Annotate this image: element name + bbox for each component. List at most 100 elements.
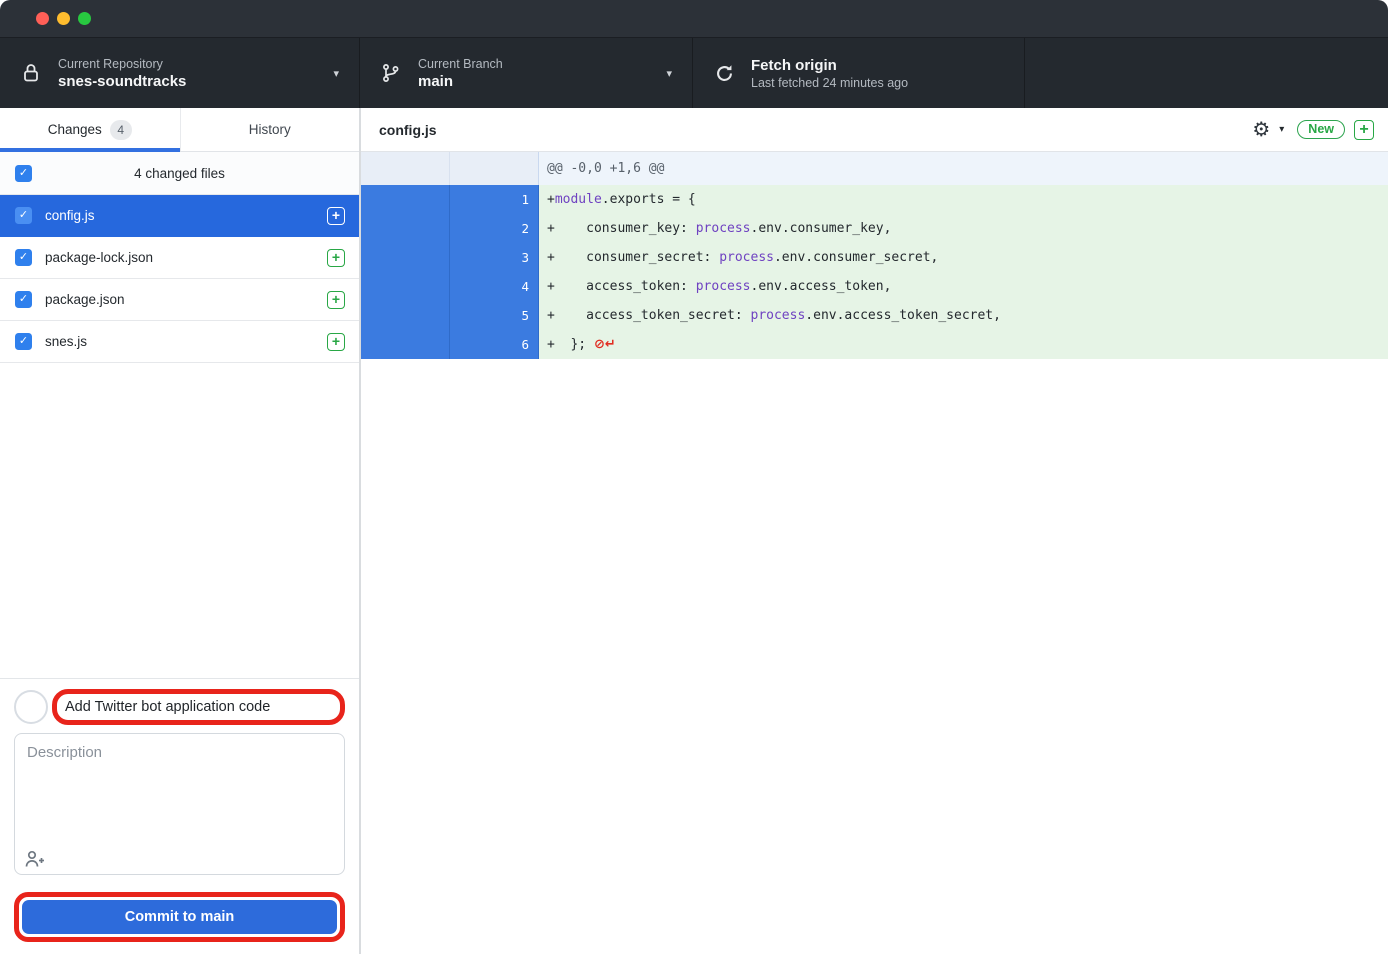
tab-changes[interactable]: Changes 4 xyxy=(0,108,180,151)
line-code: + access_token_secret: process.env.acces… xyxy=(539,301,1388,330)
file-status-added-icon: + xyxy=(327,333,345,351)
summary-highlight-annotation xyxy=(52,689,345,725)
line-code: + }; ⊘↵ xyxy=(539,330,1388,359)
line-number[interactable]: 3 xyxy=(450,243,539,272)
chevron-down-icon: ▾ xyxy=(333,67,339,80)
diff-actions: ⚙ ▾ New + xyxy=(1252,120,1374,140)
line-gutter-old[interactable] xyxy=(361,243,450,272)
hunk-gutter-new xyxy=(450,152,539,185)
file-name: config.js xyxy=(45,208,327,223)
toolbar: Current Repository snes-soundtracks ▾ Cu… xyxy=(0,38,1388,108)
diff-header: config.js ⚙ ▾ New + xyxy=(361,108,1388,152)
fetch-origin-button[interactable]: Fetch origin Last fetched 24 minutes ago xyxy=(693,38,1025,108)
tab-history-label: History xyxy=(249,122,291,137)
changed-files-count: 4 changed files xyxy=(0,166,359,181)
hunk-header-row: @@ -0,0 +1,6 @@ xyxy=(361,152,1388,185)
file-row[interactable]: ✓ package.json+ xyxy=(0,279,359,321)
line-number[interactable]: 2 xyxy=(450,214,539,243)
changes-count-badge: 4 xyxy=(110,120,132,140)
line-code: +module.exports = { xyxy=(539,185,1388,214)
titlebar xyxy=(0,0,1388,38)
line-gutter-old[interactable] xyxy=(361,185,450,214)
commit-summary-row xyxy=(14,689,345,725)
diff-file-name: config.js xyxy=(379,122,1252,138)
app-window: Current Repository snes-soundtracks ▾ Cu… xyxy=(0,0,1388,954)
zoom-button[interactable] xyxy=(78,12,91,25)
hunk-gutter-old xyxy=(361,152,450,185)
repository-name: snes-soundtracks xyxy=(58,73,325,90)
line-gutter-old[interactable] xyxy=(361,330,450,359)
gear-icon[interactable]: ⚙ xyxy=(1252,120,1270,140)
toolbar-spacer xyxy=(1025,38,1388,108)
traffic-lights xyxy=(36,12,91,25)
minimize-button[interactable] xyxy=(57,12,70,25)
line-number[interactable]: 4 xyxy=(450,272,539,301)
select-all-checkbox[interactable]: ✓ xyxy=(15,165,32,182)
diff-line[interactable]: 1+module.exports = { xyxy=(361,185,1388,214)
branch-label: Current Branch xyxy=(418,57,658,71)
line-code: + consumer_key: process.env.consumer_key… xyxy=(539,214,1388,243)
chevron-down-icon[interactable]: ▾ xyxy=(1279,124,1284,135)
commit-description-input[interactable] xyxy=(14,733,345,875)
git-branch-icon xyxy=(380,62,402,84)
line-number[interactable]: 5 xyxy=(450,301,539,330)
sidebar: Changes 4 History ✓ 4 changed files ✓ con… xyxy=(0,108,361,954)
select-all-row[interactable]: ✓ 4 changed files xyxy=(0,152,359,195)
file-status-new-badge: New xyxy=(1297,120,1345,139)
file-row[interactable]: ✓ snes.js+ xyxy=(0,321,359,363)
chevron-down-icon: ▾ xyxy=(666,67,672,80)
line-gutter-old[interactable] xyxy=(361,301,450,330)
sidebar-tabs: Changes 4 History xyxy=(0,108,359,152)
file-list: ✓config.js+✓package-lock.json+✓package.j… xyxy=(0,195,359,363)
file-name: snes.js xyxy=(45,334,327,349)
diff-line[interactable]: 3+ consumer_secret: process.env.consumer… xyxy=(361,243,1388,272)
commit-button[interactable]: Commit to main xyxy=(22,900,337,934)
file-checkbox[interactable]: ✓ xyxy=(15,291,32,308)
main-content: Changes 4 History ✓ 4 changed files ✓ con… xyxy=(0,108,1388,954)
file-status-added-icon: + xyxy=(327,249,345,267)
fetch-title: Fetch origin xyxy=(751,57,1004,74)
commit-summary-input[interactable] xyxy=(65,699,332,715)
tab-changes-label: Changes xyxy=(48,122,102,137)
line-code: + consumer_secret: process.env.consumer_… xyxy=(539,243,1388,272)
diff-line[interactable]: 2+ consumer_key: process.env.consumer_ke… xyxy=(361,214,1388,243)
no-newline-icon: ⊘↵ xyxy=(594,337,616,352)
line-number[interactable]: 1 xyxy=(450,185,539,214)
commit-button-highlight-annotation: Commit to main xyxy=(14,892,345,942)
hunk-header-text: @@ -0,0 +1,6 @@ xyxy=(539,152,1388,185)
diff-line[interactable]: 6+ }; ⊘↵ xyxy=(361,330,1388,359)
tab-history[interactable]: History xyxy=(180,108,360,151)
sync-icon xyxy=(713,62,735,84)
close-button[interactable] xyxy=(36,12,49,25)
file-checkbox[interactable]: ✓ xyxy=(15,207,32,224)
file-name: package.json xyxy=(45,292,327,307)
fetch-subtitle: Last fetched 24 minutes ago xyxy=(751,76,1004,90)
diff-view: @@ -0,0 +1,6 @@ 1+module.exports = {2+ c… xyxy=(361,152,1388,359)
commit-panel: Commit to main xyxy=(0,678,359,954)
commit-description-wrap xyxy=(14,733,345,880)
diff-line[interactable]: 5+ access_token_secret: process.env.acce… xyxy=(361,301,1388,330)
file-checkbox[interactable]: ✓ xyxy=(15,333,32,350)
diff-line[interactable]: 4+ access_token: process.env.access_toke… xyxy=(361,272,1388,301)
add-coauthor-icon[interactable] xyxy=(24,848,46,870)
file-checkbox[interactable]: ✓ xyxy=(15,249,32,266)
repository-switcher[interactable]: Current Repository snes-soundtracks ▾ xyxy=(0,38,360,108)
file-status-added-icon: + xyxy=(327,207,345,225)
branch-name: main xyxy=(418,73,658,90)
plus-square-icon[interactable]: + xyxy=(1354,120,1374,140)
line-number[interactable]: 6 xyxy=(450,330,539,359)
diff-pane: config.js ⚙ ▾ New + @@ -0,0 +1,6 @@ 1+mo… xyxy=(361,108,1388,954)
line-gutter-old[interactable] xyxy=(361,214,450,243)
file-row[interactable]: ✓ package-lock.json+ xyxy=(0,237,359,279)
sidebar-empty-area xyxy=(0,363,359,678)
repository-label: Current Repository xyxy=(58,57,325,71)
branch-switcher[interactable]: Current Branch main ▾ xyxy=(360,38,693,108)
line-gutter-old[interactable] xyxy=(361,272,450,301)
file-name: package-lock.json xyxy=(45,250,327,265)
lock-icon xyxy=(20,62,42,84)
line-code: + access_token: process.env.access_token… xyxy=(539,272,1388,301)
file-status-added-icon: + xyxy=(327,291,345,309)
file-row[interactable]: ✓ config.js+ xyxy=(0,195,359,237)
diff-lines: 1+module.exports = {2+ consumer_key: pro… xyxy=(361,185,1388,359)
avatar xyxy=(14,690,48,724)
